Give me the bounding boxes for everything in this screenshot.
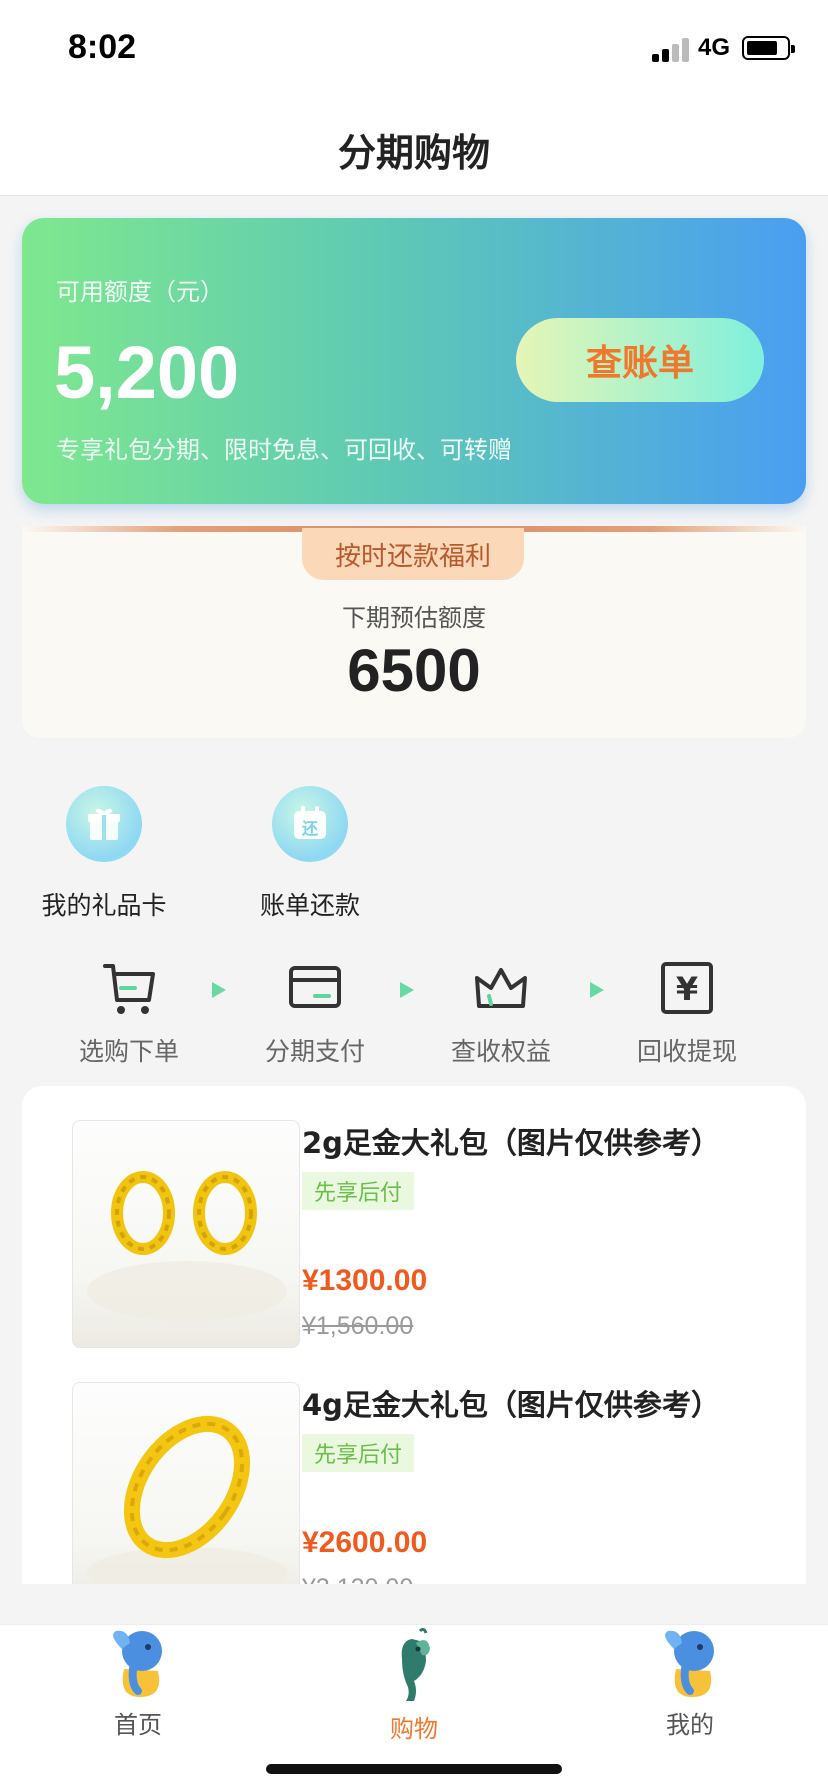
product-original-price: ¥3,120.00 (302, 1574, 413, 1584)
tab-label: 购物 (390, 1715, 438, 1743)
view-bill-button[interactable]: 查账单 (516, 318, 764, 402)
tab-label: 我的 (666, 1711, 714, 1739)
nav-bar: 分期购物 (0, 96, 828, 196)
gold-ring-image (72, 1382, 300, 1584)
yuan-icon-text: ¥ (676, 970, 698, 1008)
step-select-order: 选购下单 (54, 960, 204, 1070)
network-type: 4G (698, 34, 731, 61)
welfare-tag: 按时还款福利 (302, 528, 524, 580)
welfare-label: 下期预估额度 (342, 604, 486, 632)
gold-earrings-image (72, 1120, 300, 1348)
credit-card: 可用额度（元） 5,200 专享礼包分期、限时免息、可回收、可转赠 查账单 (22, 218, 806, 504)
product-price: ¥1300.00 (302, 1264, 428, 1297)
tab-profile[interactable]: 我的 (552, 1625, 828, 1755)
tab-shopping[interactable]: 购物 (276, 1625, 552, 1755)
quick-action-label: 我的礼品卡 (41, 891, 167, 920)
tab-home[interactable]: 首页 (0, 1625, 276, 1755)
page-title: 分期购物 (337, 131, 490, 175)
home-indicator (266, 1764, 562, 1774)
step-label: 选购下单 (78, 1037, 179, 1066)
quick-action-gift-card[interactable]: 我的礼品卡 (24, 786, 184, 926)
battery-icon (742, 36, 795, 60)
step-arrow-icon (212, 982, 226, 998)
step-label: 查收权益 (450, 1037, 551, 1066)
credit-label: 可用额度（元） (56, 278, 224, 306)
credit-amount: 5,200 (54, 331, 240, 414)
gift-icon (66, 786, 142, 862)
yuan-withdraw-icon: ¥ (657, 960, 717, 1016)
status-bar: 8:02 4G (0, 0, 828, 96)
step-arrow-icon (400, 982, 414, 998)
product-list: 2g足金大礼包（图片仅供参考） 先享后付 ¥1300.00 ¥1,560.00 … (22, 1086, 806, 1584)
product-badge: 先享后付 (302, 1434, 415, 1472)
product-badge: 先享后付 (302, 1172, 415, 1210)
step-receive-benefits: 查收权益 (426, 960, 576, 1070)
crown-icon (471, 960, 531, 1016)
repayment-welfare-card: 按时还款福利 下期预估额度 6500 (22, 526, 806, 738)
tab-label: 首页 (114, 1711, 162, 1739)
product-item[interactable]: 2g足金大礼包（图片仅供参考） 先享后付 ¥1300.00 ¥1,560.00 (22, 1086, 806, 1348)
elephant-shop-icon (380, 1625, 450, 1705)
step-installment-pay: 分期支付 (240, 960, 390, 1070)
credit-description: 专享礼包分期、限时免息、可回收、可转赠 (56, 436, 512, 464)
status-time: 8:02 (68, 28, 137, 66)
cart-icon (99, 960, 159, 1016)
product-item[interactable]: 4g足金大礼包（图片仅供参考） 先享后付 ¥2600.00 ¥3,120.00 (22, 1348, 806, 1584)
elephant-profile-icon (656, 1625, 726, 1705)
product-title: 2g足金大礼包（图片仅供参考） (302, 1126, 720, 1160)
step-label: 回收提现 (636, 1037, 737, 1066)
quick-action-repay[interactable]: 还 账单还款 (230, 786, 390, 926)
elephant-home-icon (104, 1625, 174, 1705)
welfare-amount: 6500 (347, 637, 481, 704)
card-icon (285, 960, 345, 1016)
signal-icon (652, 36, 692, 62)
product-title: 4g足金大礼包（图片仅供参考） (302, 1388, 720, 1422)
repay-calendar-icon: 还 (272, 786, 348, 862)
step-label: 分期支付 (264, 1037, 365, 1066)
product-price: ¥2600.00 (302, 1526, 428, 1559)
step-arrow-icon (590, 982, 604, 998)
step-recycle-withdraw: ¥ 回收提现 (612, 960, 762, 1070)
repay-icon-text: 还 (301, 819, 319, 838)
quick-action-label: 账单还款 (259, 891, 360, 920)
product-original-price: ¥1,560.00 (302, 1312, 414, 1340)
